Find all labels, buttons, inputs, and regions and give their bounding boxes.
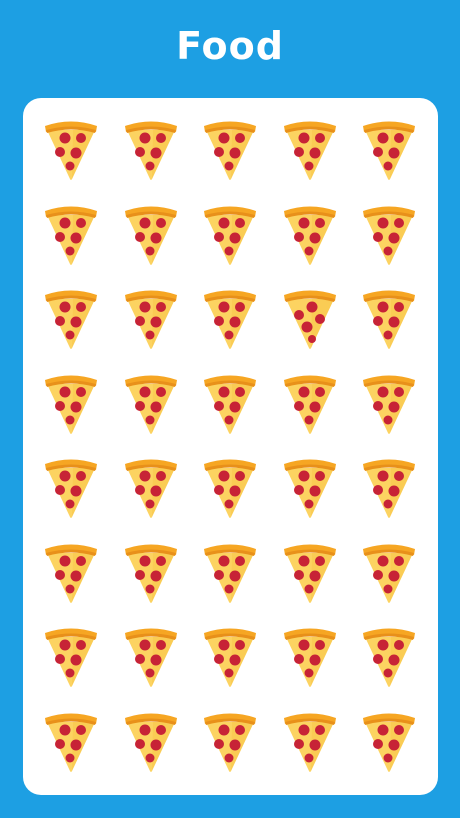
pizza-slice-icon[interactable] xyxy=(280,706,340,776)
game-board xyxy=(23,98,438,795)
pizza-slice-icon[interactable] xyxy=(359,199,419,269)
pizza-slice-icon[interactable] xyxy=(41,621,101,691)
pizza-slice-icon[interactable] xyxy=(121,706,181,776)
pizza-slice-icon[interactable] xyxy=(41,283,101,353)
pizza-slice-icon[interactable] xyxy=(41,114,101,184)
pizza-slice-icon[interactable] xyxy=(121,114,181,184)
pizza-slice-icon[interactable] xyxy=(280,368,340,438)
pizza-slice-icon[interactable] xyxy=(200,368,260,438)
pizza-slice-icon[interactable] xyxy=(359,706,419,776)
pizza-slice-icon[interactable] xyxy=(41,537,101,607)
pizza-slice-icon[interactable] xyxy=(200,199,260,269)
pizza-slice-icon[interactable] xyxy=(121,537,181,607)
pizza-grid xyxy=(23,98,438,795)
pizza-slice-icon[interactable] xyxy=(41,368,101,438)
pizza-slice-icon[interactable] xyxy=(359,537,419,607)
pizza-slice-icon[interactable] xyxy=(121,368,181,438)
pizza-slice-icon[interactable] xyxy=(359,368,419,438)
pizza-slice-icon[interactable] xyxy=(200,452,260,522)
pizza-slice-icon[interactable] xyxy=(41,452,101,522)
pizza-slice-icon[interactable] xyxy=(41,199,101,269)
pizza-slice-icon[interactable] xyxy=(280,199,340,269)
pizza-slice-icon[interactable] xyxy=(200,621,260,691)
pizza-slice-icon[interactable] xyxy=(280,621,340,691)
pizza-slice-icon[interactable] xyxy=(121,621,181,691)
pizza-slice-icon[interactable] xyxy=(200,283,260,353)
pizza-slice-icon[interactable] xyxy=(359,621,419,691)
pizza-slice-icon[interactable] xyxy=(121,452,181,522)
pizza-slice-icon[interactable] xyxy=(359,283,419,353)
pizza-slice-icon[interactable] xyxy=(200,706,260,776)
pizza-slice-icon[interactable] xyxy=(359,452,419,522)
pizza-slice-icon[interactable] xyxy=(121,199,181,269)
pizza-slice-icon[interactable] xyxy=(280,452,340,522)
pizza-slice-icon[interactable] xyxy=(359,114,419,184)
pizza-slice-icon[interactable] xyxy=(200,537,260,607)
pizza-slice-icon[interactable] xyxy=(280,114,340,184)
pizza-slice-icon[interactable] xyxy=(280,537,340,607)
pizza-slice-icon[interactable] xyxy=(280,283,340,353)
pizza-slice-icon[interactable] xyxy=(41,706,101,776)
page-title: Food xyxy=(176,24,284,68)
pizza-slice-icon[interactable] xyxy=(121,283,181,353)
pizza-slice-icon[interactable] xyxy=(200,114,260,184)
